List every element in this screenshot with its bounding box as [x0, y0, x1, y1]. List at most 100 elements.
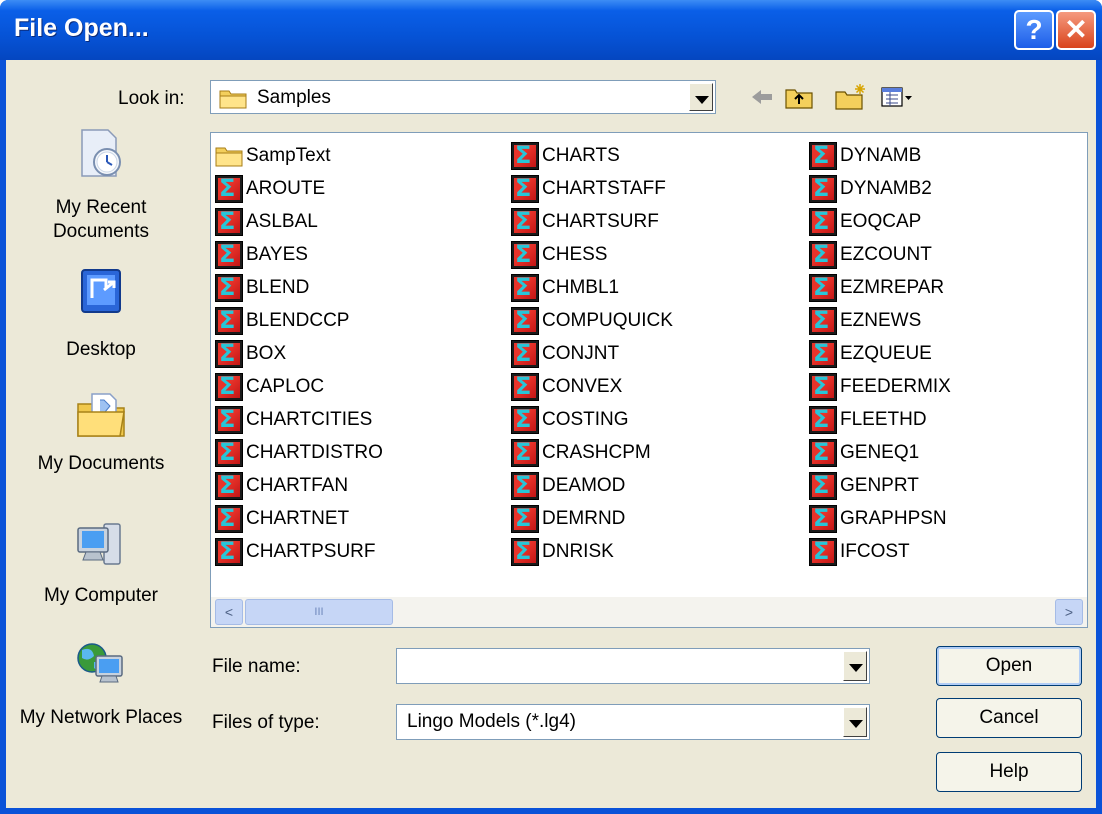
list-item[interactable]: CAPLOC	[215, 370, 383, 403]
list-item[interactable]: AROUTE	[215, 172, 383, 205]
lingo-model-icon	[511, 372, 539, 401]
title-bar[interactable]: File Open... ? ✕	[0, 0, 1102, 60]
list-item[interactable]: EZMREPAR	[809, 271, 951, 304]
file-name: FLEETHD	[840, 408, 927, 430]
list-item[interactable]: FEEDERMIX	[809, 370, 951, 403]
list-item[interactable]: DYNAMB2	[809, 172, 951, 205]
file-name: ASLBAL	[246, 210, 318, 232]
up-folder-icon[interactable]	[784, 82, 814, 112]
file-name: CHARTSTAFF	[542, 177, 666, 199]
list-item[interactable]: CHARTS	[511, 139, 673, 172]
lingo-model-icon	[809, 273, 837, 302]
file-type-dropdown-button[interactable]	[843, 707, 867, 737]
list-item[interactable]: CRASHCPM	[511, 436, 673, 469]
file-name: GRAPHPSN	[840, 507, 947, 529]
list-item[interactable]: FLEETHD	[809, 403, 951, 436]
lingo-model-icon	[511, 471, 539, 500]
list-item[interactable]: CHARTSTAFF	[511, 172, 673, 205]
open-button[interactable]: Open	[936, 646, 1082, 686]
scroll-thumb[interactable]: III	[245, 599, 393, 625]
list-item[interactable]: CHARTPSURF	[215, 535, 383, 568]
file-name: CHARTNET	[246, 507, 350, 529]
lingo-model-icon	[511, 207, 539, 236]
list-item[interactable]: CHARTDISTRO	[215, 436, 383, 469]
list-item[interactable]: EZCOUNT	[809, 238, 951, 271]
list-item[interactable]: GRAPHPSN	[809, 502, 951, 535]
view-menu-icon[interactable]	[880, 82, 914, 112]
lingo-model-icon	[809, 240, 837, 269]
my-documents-icon	[77, 393, 125, 437]
file-name: EZNEWS	[840, 309, 922, 331]
file-name: EZCOUNT	[840, 243, 932, 265]
list-item[interactable]: EZNEWS	[809, 304, 951, 337]
my-computer-icon	[77, 523, 121, 565]
lingo-model-icon	[215, 306, 243, 335]
cancel-button[interactable]: Cancel	[936, 698, 1082, 738]
place-label-computer: My Computer	[43, 585, 159, 606]
list-item[interactable]: EOQCAP	[809, 205, 951, 238]
lingo-model-icon	[809, 174, 837, 203]
scroll-left-button[interactable]: <	[215, 599, 243, 625]
list-item[interactable]: BLEND	[215, 271, 383, 304]
list-item[interactable]: DNRISK	[511, 535, 673, 568]
list-item[interactable]: IFCOST	[809, 535, 951, 568]
list-item[interactable]: CHARTCITIES	[215, 403, 383, 436]
window-title: File Open...	[14, 14, 149, 42]
list-item[interactable]: CHARTNET	[215, 502, 383, 535]
place-label-recent: My Recent Documents	[52, 197, 150, 242]
folder-icon	[219, 90, 247, 109]
file-type-value: Lingo Models (*.lg4)	[407, 711, 576, 732]
list-item[interactable]: BLENDCCP	[215, 304, 383, 337]
list-item[interactable]: DYNAMB	[809, 139, 951, 172]
look-in-combo[interactable]: Samples	[210, 80, 716, 114]
file-name: DYNAMB2	[840, 177, 932, 199]
file-list[interactable]: SampText AROUTE ASLBAL BAYES BLEND BLEND…	[210, 132, 1088, 628]
list-item[interactable]: CHESS	[511, 238, 673, 271]
list-item[interactable]: ASLBAL	[215, 205, 383, 238]
list-item-folder[interactable]: SampText	[215, 139, 383, 172]
scroll-right-button[interactable]: >	[1055, 599, 1083, 625]
list-item[interactable]: EZQUEUE	[809, 337, 951, 370]
file-name: BLEND	[246, 276, 310, 298]
list-item[interactable]: COMPUQUICK	[511, 304, 673, 337]
lingo-model-icon	[511, 306, 539, 335]
list-item[interactable]: BAYES	[215, 238, 383, 271]
file-name: DNRISK	[542, 540, 614, 562]
list-item[interactable]: GENPRT	[809, 469, 951, 502]
list-item[interactable]: CHARTSURF	[511, 205, 673, 238]
list-item[interactable]: CONVEX	[511, 370, 673, 403]
back-arrow-icon[interactable]	[750, 82, 774, 112]
file-name: IFCOST	[840, 540, 910, 562]
lingo-model-icon	[809, 372, 837, 401]
title-close-button[interactable]: ✕	[1056, 10, 1096, 50]
list-item[interactable]: CONJNT	[511, 337, 673, 370]
file-name: CHARTCITIES	[246, 408, 373, 430]
help-button[interactable]: Help	[936, 752, 1082, 792]
file-name: CHARTS	[542, 144, 620, 166]
list-item[interactable]: DEAMOD	[511, 469, 673, 502]
file-name: CHARTSURF	[542, 210, 659, 232]
file-type-combo[interactable]: Lingo Models (*.lg4)	[396, 704, 870, 740]
file-name-dropdown-button[interactable]	[843, 651, 867, 681]
list-item[interactable]: BOX	[215, 337, 383, 370]
file-name: EOQCAP	[840, 210, 922, 232]
list-item[interactable]: GENEQ1	[809, 436, 951, 469]
list-item[interactable]: CHARTFAN	[215, 469, 383, 502]
file-name: CONJNT	[542, 342, 620, 364]
lingo-model-icon	[215, 471, 243, 500]
list-item[interactable]: COSTING	[511, 403, 673, 436]
horizontal-scrollbar[interactable]: < III >	[211, 597, 1087, 627]
list-item[interactable]: DEMRND	[511, 502, 673, 535]
title-help-button[interactable]: ?	[1014, 10, 1054, 50]
file-name: CHMBL1	[542, 276, 620, 298]
file-name: DEMRND	[542, 507, 626, 529]
file-name: COSTING	[542, 408, 629, 430]
list-item[interactable]: CHMBL1	[511, 271, 673, 304]
lingo-model-icon	[215, 504, 243, 533]
lingo-model-icon	[809, 405, 837, 434]
look-in-dropdown-button[interactable]	[689, 83, 713, 111]
file-name-combo[interactable]	[396, 648, 870, 684]
new-folder-icon[interactable]	[834, 82, 868, 112]
file-name: CRASHCPM	[542, 441, 651, 463]
file-name: DYNAMB	[840, 144, 922, 166]
